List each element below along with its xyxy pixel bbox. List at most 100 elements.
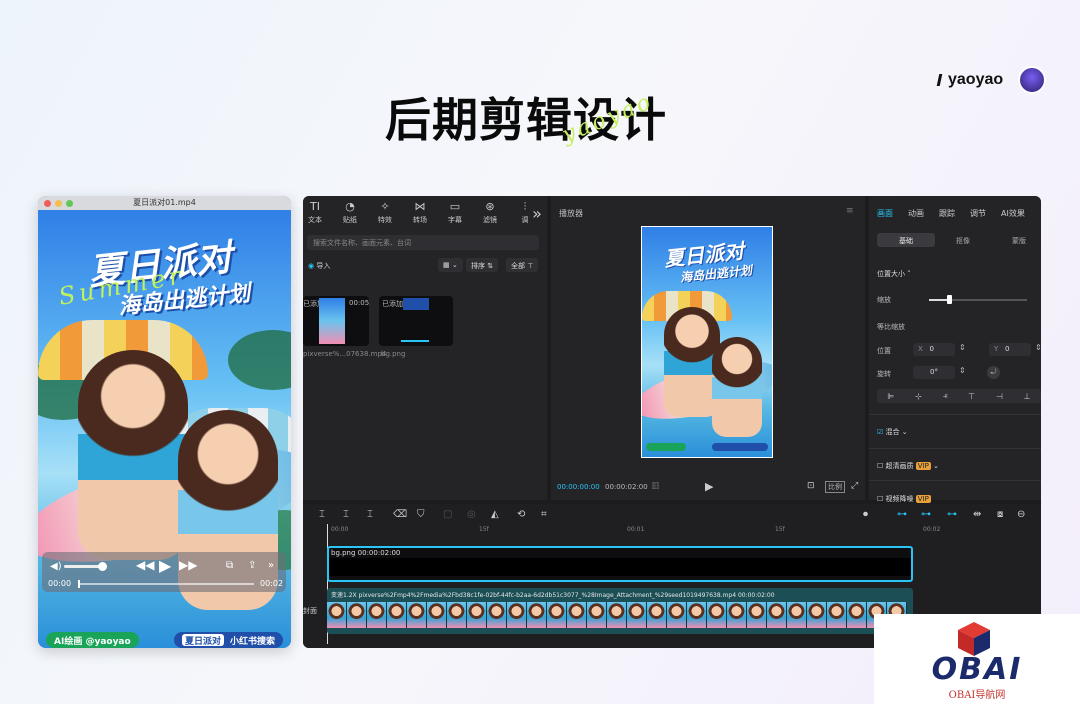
fit-icon[interactable]: ⊡ [807, 481, 815, 491]
reset-rotate-icon[interactable]: ⤾ [987, 366, 1000, 379]
tab-picture[interactable]: 画面 [877, 208, 893, 219]
x-stepper[interactable]: ⇕ [959, 343, 966, 352]
link-main-icon[interactable]: ⊶ [897, 509, 907, 520]
tab-ai-effects[interactable]: AI效果 [1001, 208, 1025, 219]
play-button[interactable]: ▶ [705, 480, 713, 493]
mirror-icon[interactable]: ◭ [491, 509, 499, 520]
toolbar-item[interactable]: ▭ 字幕 [443, 200, 467, 225]
position-x-field[interactable]: X 0 [913, 343, 955, 356]
align-center-icon[interactable]: ⊹ [915, 392, 922, 401]
toolbar-item[interactable]: ◔ 贴纸 [338, 200, 362, 225]
y-label: Y [994, 345, 999, 353]
toolbar-item-label: 贴纸 [343, 216, 357, 224]
menu-icon[interactable]: ≡ [846, 206, 854, 216]
filmstrip-frame [447, 602, 467, 628]
media-item[interactable]: 已添加 [379, 296, 453, 346]
position-y-field[interactable]: Y 0 [989, 343, 1031, 356]
media-name: pixverse%...07638.mp4 [303, 350, 387, 358]
more-icon[interactable]: » [268, 560, 274, 571]
denoise-toggle[interactable]: ☐ 视频降噪 VIP [877, 494, 931, 504]
magnet-icon[interactable]: ⊶ [921, 509, 931, 520]
rotate-icon[interactable]: ⟲ [517, 509, 525, 520]
tab-adjust[interactable]: 调节 [970, 208, 986, 219]
palm-tree [228, 330, 291, 390]
fullscreen-icon[interactable]: ⤢ [851, 481, 858, 491]
toolbar-item-label: 转场 [413, 216, 427, 224]
fast-forward-icon[interactable]: ▶▶ [179, 558, 197, 572]
hd-label: 超清画质 [885, 462, 914, 470]
align-bottom-icon[interactable]: ⊥ [1024, 392, 1031, 401]
share-icon[interactable]: ⇪ [248, 560, 256, 571]
x-label: X [918, 345, 923, 353]
video-editor-window: TI 文本 ◔ 贴纸 ✧ 特效 ⋈ 转场 ▭ 字幕 ⊛ 滤镜 ⫶ 调» 搜索文件名称、画面元素、台词 ◉ … [303, 196, 1041, 648]
toolbar-item[interactable]: ⋈ 转场 [408, 200, 432, 225]
split-right-icon[interactable]: ⌶ [367, 509, 373, 520]
scale-knob[interactable] [946, 295, 952, 304]
section-size[interactable]: 位置大小 ˄ [877, 269, 911, 279]
badge-ai: AI绘画 @yaoyao [46, 632, 139, 648]
crop-icon[interactable]: ⌗ [541, 509, 547, 520]
filmstrip-frame [787, 602, 807, 628]
media-panel: TI 文本 ◔ 贴纸 ✧ 特效 ⋈ 转场 ▭ 字幕 ⊛ 滤镜 ⫶ 调» 搜索文件名称、画面元素、台词 ◉ … [303, 196, 547, 500]
brand-name: yaoyao [948, 71, 1004, 88]
blend-label: 混合 [885, 428, 900, 436]
media-thumbnail-bar [401, 340, 429, 342]
reverse-icon[interactable]: ◎ [467, 509, 476, 520]
toolbar-item[interactable]: TI 文本 [303, 200, 327, 225]
toolbar-item-icon: ▭ [449, 200, 461, 213]
toolbar-item-label: 滤镜 [483, 216, 497, 224]
media-item[interactable]: 已添加 00:05 [303, 296, 369, 346]
hd-toggle[interactable]: ☐ 超清画质 VIP ⌄ [877, 461, 939, 471]
blend-toggle[interactable]: ☑ 混合 ⌄ [877, 427, 908, 437]
toolbar-more-icon[interactable]: » [529, 204, 545, 223]
waveform-icon[interactable]: ▥ [651, 481, 660, 491]
align-left-icon[interactable]: ⊫ [887, 392, 894, 401]
subtab-mask[interactable]: 蒙版 [991, 233, 1041, 247]
rotate-stepper[interactable]: ⇕ [959, 366, 966, 375]
ratio-button[interactable]: 比例 [825, 481, 845, 493]
player-canvas[interactable]: 夏日派对 海岛出逃计划 [641, 226, 773, 458]
sort-button[interactable]: 排序 ⇅ [466, 258, 499, 272]
caption-icon[interactable]: ⧇ [997, 509, 1003, 520]
cover-label[interactable]: 封面 [303, 606, 317, 616]
tab-animation[interactable]: 动画 [908, 208, 924, 219]
split-left-icon[interactable]: ⌶ [319, 509, 325, 520]
delete-icon[interactable]: ⌫ [393, 509, 407, 520]
rewind-icon[interactable]: ◀◀ [136, 558, 154, 572]
avatar[interactable] [1018, 66, 1047, 94]
play-icon[interactable]: ▶ [159, 556, 171, 575]
search-input[interactable]: 搜索文件名称、画面元素、台词 [307, 235, 539, 250]
align-middle-icon[interactable]: ⊣ [996, 392, 1003, 401]
progress-track[interactable] [78, 583, 254, 585]
mic-icon[interactable]: ⏺ [863, 509, 868, 520]
split-icon[interactable]: ⌶ [343, 509, 349, 520]
divider [869, 448, 1041, 449]
toolbar-item[interactable]: ✧ 特效 [373, 200, 397, 225]
zoom-out-icon[interactable]: ⊖ [1017, 509, 1025, 520]
volume-slider[interactable] [64, 565, 102, 568]
subtab-keying[interactable]: 抠像 [935, 233, 991, 247]
current-time: 00:00:00:00 [557, 483, 600, 491]
track-video-clip[interactable]: 变速1.2X pixverse%2Fmp4%2Fmedia%2Fbd38c1fe… [327, 588, 913, 634]
freeze-icon[interactable]: ▢ [443, 509, 452, 520]
progress-knob[interactable] [78, 580, 80, 588]
volume-icon[interactable]: ◀) [50, 561, 62, 572]
preview-axis-icon[interactable]: ⇹ [973, 509, 981, 520]
align-right-icon[interactable]: ⫣ [943, 391, 948, 401]
tab-tracking[interactable]: 跟踪 [939, 208, 955, 219]
filter-button[interactable]: 全部 ⊤ [506, 258, 539, 272]
toolbar-item[interactable]: ⊛ 滤镜 [478, 200, 502, 225]
view-toggle-button[interactable]: ▦ ⌄ [438, 258, 463, 272]
sort-label: 排序 [471, 262, 485, 270]
linkage-icon[interactable]: ⊶ [947, 509, 957, 520]
import-button[interactable]: ◉ 导入 [303, 258, 335, 272]
subtab-basic[interactable]: 基础 [877, 233, 935, 247]
volume-knob[interactable] [98, 562, 107, 571]
marker-icon[interactable]: ⛉ [417, 509, 425, 520]
align-top-icon[interactable]: ⊤ [968, 392, 975, 401]
pip-icon[interactable]: ⧉ [226, 560, 233, 571]
filmstrip-frame [467, 602, 487, 628]
rotate-field[interactable]: 0° [913, 366, 955, 379]
track-bg-clip[interactable]: bg.png 00:00:02:00 [327, 546, 913, 582]
y-stepper[interactable]: ⇕ [1035, 343, 1041, 352]
